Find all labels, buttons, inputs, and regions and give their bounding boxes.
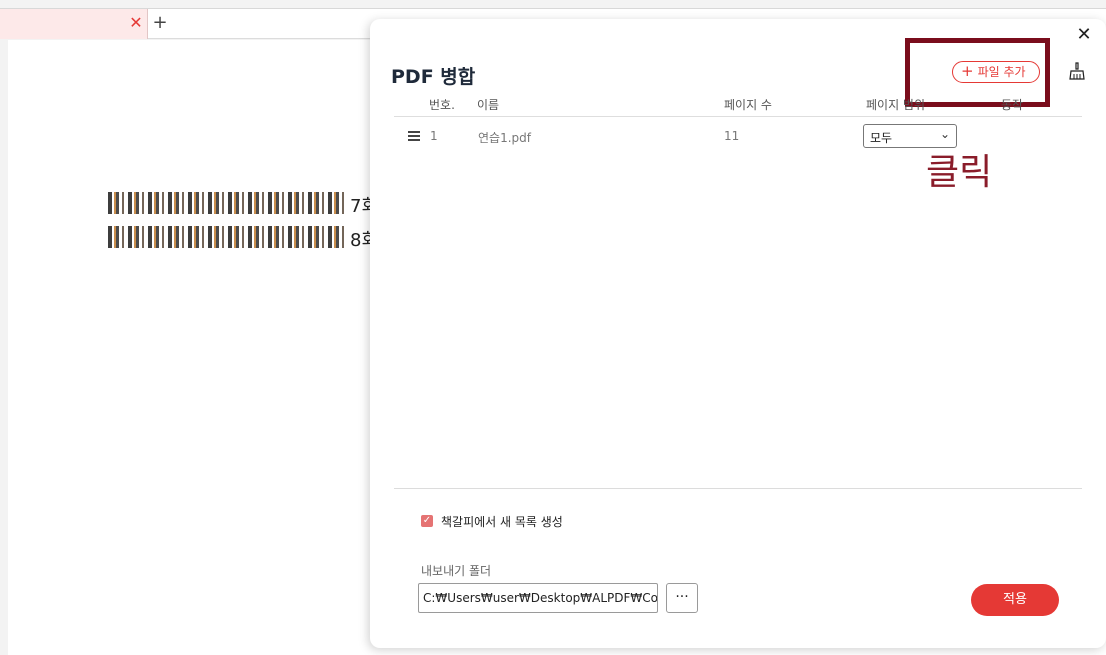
row-number: 1 <box>430 129 438 143</box>
row-filename: 연습1.pdf <box>478 131 531 145</box>
broom-icon[interactable] <box>1067 61 1087 81</box>
export-folder-input[interactable]: C:₩Users₩user₩Desktop₩ALPDF₩Combine <box>418 583 658 613</box>
pixelated-text-line-1 <box>108 192 348 214</box>
pdf-merge-panel: ✕ PDF 병합 + 파일 추가 번호. 이름 페이지 수 페이지 범위 동작 1… <box>370 19 1106 648</box>
tab-close-icon[interactable]: ✕ <box>128 13 144 33</box>
page-range-value: 모두 <box>870 131 893 145</box>
chevron-down-icon: ⌄ <box>939 127 950 141</box>
drag-handle-icon[interactable] <box>408 131 420 141</box>
click-annotation: 클릭 <box>926 152 993 193</box>
col-pages: 페이지 수 <box>724 98 772 112</box>
browse-button[interactable]: ··· <box>666 583 698 613</box>
col-number: 번호. <box>429 98 455 112</box>
bookmark-checkbox[interactable]: ✓ <box>421 515 433 527</box>
col-action: 동작 <box>1001 98 1024 112</box>
file-table-header: 번호. 이름 페이지 수 페이지 범위 동작 <box>394 93 1082 117</box>
new-tab-button[interactable]: + <box>152 12 168 34</box>
document-tab[interactable]: ✕ <box>0 9 148 39</box>
row-page-count: 11 <box>724 129 740 143</box>
apply-button[interactable]: 적용 <box>971 584 1059 616</box>
col-name: 이름 <box>477 98 500 112</box>
close-icon[interactable]: ✕ <box>1074 25 1094 45</box>
bookmark-checkbox-label: 책갈피에서 새 목록 생성 <box>441 515 563 529</box>
divider <box>394 488 1082 489</box>
export-folder-label: 내보내기 폴더 <box>421 564 492 578</box>
panel-title: PDF 병합 <box>391 66 476 88</box>
window-top-strip <box>0 0 1106 8</box>
pixelated-text-line-2 <box>108 226 348 248</box>
col-range: 페이지 범위 <box>866 98 926 112</box>
